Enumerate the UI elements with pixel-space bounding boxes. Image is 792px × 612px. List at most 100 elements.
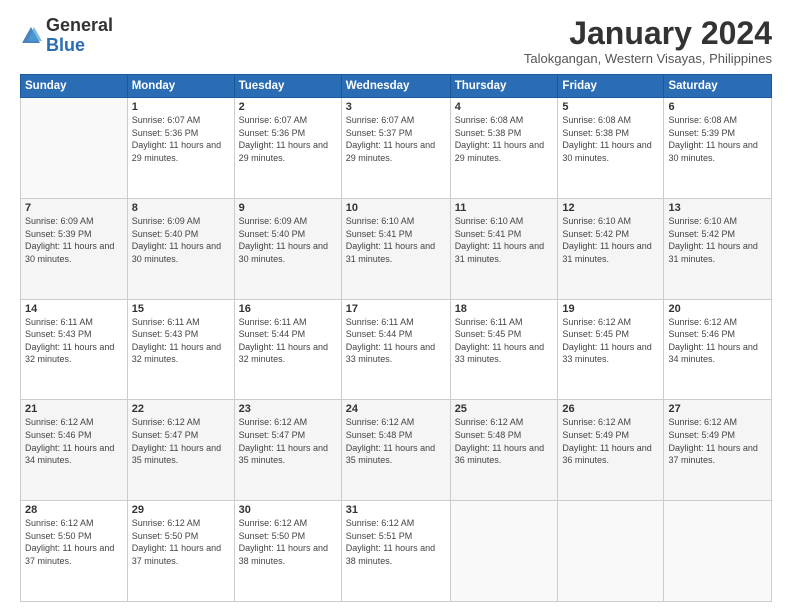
calendar-cell: 20Sunrise: 6:12 AMSunset: 5:46 PMDayligh… [664, 299, 772, 400]
calendar-cell: 15Sunrise: 6:11 AMSunset: 5:43 PMDayligh… [127, 299, 234, 400]
page: General Blue January 2024 Talokgangan, W… [0, 0, 792, 612]
calendar-cell: 28Sunrise: 6:12 AMSunset: 5:50 PMDayligh… [21, 501, 128, 602]
calendar-cell: 5Sunrise: 6:08 AMSunset: 5:38 PMDaylight… [558, 98, 664, 199]
day-info: Sunrise: 6:12 AMSunset: 5:50 PMDaylight:… [132, 517, 230, 567]
calendar-cell: 24Sunrise: 6:12 AMSunset: 5:48 PMDayligh… [341, 400, 450, 501]
day-number: 17 [346, 303, 446, 315]
day-number: 15 [132, 303, 230, 315]
week-row-4: 21Sunrise: 6:12 AMSunset: 5:46 PMDayligh… [21, 400, 772, 501]
calendar-cell: 26Sunrise: 6:12 AMSunset: 5:49 PMDayligh… [558, 400, 664, 501]
day-info: Sunrise: 6:12 AMSunset: 5:50 PMDaylight:… [25, 517, 123, 567]
day-number: 20 [668, 303, 767, 315]
day-info: Sunrise: 6:12 AMSunset: 5:46 PMDaylight:… [668, 316, 767, 366]
calendar-cell: 19Sunrise: 6:12 AMSunset: 5:45 PMDayligh… [558, 299, 664, 400]
day-number: 29 [132, 504, 230, 516]
day-info: Sunrise: 6:12 AMSunset: 5:48 PMDaylight:… [455, 416, 554, 466]
day-info: Sunrise: 6:10 AMSunset: 5:41 PMDaylight:… [346, 215, 446, 265]
day-number: 21 [25, 403, 123, 415]
week-row-2: 7Sunrise: 6:09 AMSunset: 5:39 PMDaylight… [21, 198, 772, 299]
day-number: 4 [455, 101, 554, 113]
weekday-header-row: SundayMondayTuesdayWednesdayThursdayFrid… [21, 75, 772, 98]
calendar-cell [558, 501, 664, 602]
weekday-header-thursday: Thursday [450, 75, 558, 98]
day-info: Sunrise: 6:11 AMSunset: 5:43 PMDaylight:… [25, 316, 123, 366]
weekday-header-wednesday: Wednesday [341, 75, 450, 98]
logo-blue-text: Blue [46, 35, 85, 55]
day-info: Sunrise: 6:12 AMSunset: 5:49 PMDaylight:… [562, 416, 659, 466]
calendar-cell: 7Sunrise: 6:09 AMSunset: 5:39 PMDaylight… [21, 198, 128, 299]
day-info: Sunrise: 6:12 AMSunset: 5:50 PMDaylight:… [239, 517, 337, 567]
calendar-cell: 4Sunrise: 6:08 AMSunset: 5:38 PMDaylight… [450, 98, 558, 199]
weekday-header-tuesday: Tuesday [234, 75, 341, 98]
day-info: Sunrise: 6:11 AMSunset: 5:44 PMDaylight:… [239, 316, 337, 366]
day-number: 1 [132, 101, 230, 113]
month-title: January 2024 [524, 16, 772, 51]
calendar-cell: 21Sunrise: 6:12 AMSunset: 5:46 PMDayligh… [21, 400, 128, 501]
day-info: Sunrise: 6:12 AMSunset: 5:48 PMDaylight:… [346, 416, 446, 466]
day-info: Sunrise: 6:09 AMSunset: 5:40 PMDaylight:… [132, 215, 230, 265]
day-info: Sunrise: 6:12 AMSunset: 5:51 PMDaylight:… [346, 517, 446, 567]
day-info: Sunrise: 6:12 AMSunset: 5:46 PMDaylight:… [25, 416, 123, 466]
calendar-cell: 12Sunrise: 6:10 AMSunset: 5:42 PMDayligh… [558, 198, 664, 299]
calendar-cell: 29Sunrise: 6:12 AMSunset: 5:50 PMDayligh… [127, 501, 234, 602]
calendar-cell: 22Sunrise: 6:12 AMSunset: 5:47 PMDayligh… [127, 400, 234, 501]
day-number: 27 [668, 403, 767, 415]
weekday-header-friday: Friday [558, 75, 664, 98]
day-info: Sunrise: 6:12 AMSunset: 5:47 PMDaylight:… [239, 416, 337, 466]
day-number: 30 [239, 504, 337, 516]
week-row-1: 1Sunrise: 6:07 AMSunset: 5:36 PMDaylight… [21, 98, 772, 199]
calendar-cell: 31Sunrise: 6:12 AMSunset: 5:51 PMDayligh… [341, 501, 450, 602]
calendar-cell: 8Sunrise: 6:09 AMSunset: 5:40 PMDaylight… [127, 198, 234, 299]
day-number: 8 [132, 202, 230, 214]
day-info: Sunrise: 6:07 AMSunset: 5:37 PMDaylight:… [346, 114, 446, 164]
day-info: Sunrise: 6:08 AMSunset: 5:38 PMDaylight:… [455, 114, 554, 164]
day-number: 11 [455, 202, 554, 214]
weekday-header-saturday: Saturday [664, 75, 772, 98]
day-number: 2 [239, 101, 337, 113]
week-row-5: 28Sunrise: 6:12 AMSunset: 5:50 PMDayligh… [21, 501, 772, 602]
day-info: Sunrise: 6:08 AMSunset: 5:39 PMDaylight:… [668, 114, 767, 164]
day-number: 7 [25, 202, 123, 214]
calendar-cell [450, 501, 558, 602]
day-info: Sunrise: 6:12 AMSunset: 5:47 PMDaylight:… [132, 416, 230, 466]
day-info: Sunrise: 6:12 AMSunset: 5:45 PMDaylight:… [562, 316, 659, 366]
weekday-header-sunday: Sunday [21, 75, 128, 98]
calendar-cell: 13Sunrise: 6:10 AMSunset: 5:42 PMDayligh… [664, 198, 772, 299]
day-number: 3 [346, 101, 446, 113]
day-info: Sunrise: 6:07 AMSunset: 5:36 PMDaylight:… [239, 114, 337, 164]
weekday-header-monday: Monday [127, 75, 234, 98]
calendar-cell [664, 501, 772, 602]
day-number: 5 [562, 101, 659, 113]
day-number: 18 [455, 303, 554, 315]
calendar-cell: 11Sunrise: 6:10 AMSunset: 5:41 PMDayligh… [450, 198, 558, 299]
day-number: 24 [346, 403, 446, 415]
day-number: 23 [239, 403, 337, 415]
day-number: 9 [239, 202, 337, 214]
calendar-cell: 3Sunrise: 6:07 AMSunset: 5:37 PMDaylight… [341, 98, 450, 199]
calendar-cell: 18Sunrise: 6:11 AMSunset: 5:45 PMDayligh… [450, 299, 558, 400]
day-number: 25 [455, 403, 554, 415]
day-info: Sunrise: 6:10 AMSunset: 5:42 PMDaylight:… [562, 215, 659, 265]
week-row-3: 14Sunrise: 6:11 AMSunset: 5:43 PMDayligh… [21, 299, 772, 400]
day-info: Sunrise: 6:07 AMSunset: 5:36 PMDaylight:… [132, 114, 230, 164]
logo-text: General Blue [46, 16, 113, 56]
day-info: Sunrise: 6:08 AMSunset: 5:38 PMDaylight:… [562, 114, 659, 164]
day-number: 31 [346, 504, 446, 516]
day-number: 13 [668, 202, 767, 214]
calendar-cell: 23Sunrise: 6:12 AMSunset: 5:47 PMDayligh… [234, 400, 341, 501]
day-info: Sunrise: 6:12 AMSunset: 5:49 PMDaylight:… [668, 416, 767, 466]
calendar-cell: 25Sunrise: 6:12 AMSunset: 5:48 PMDayligh… [450, 400, 558, 501]
day-number: 22 [132, 403, 230, 415]
header: General Blue January 2024 Talokgangan, W… [20, 16, 772, 66]
day-number: 12 [562, 202, 659, 214]
day-info: Sunrise: 6:10 AMSunset: 5:41 PMDaylight:… [455, 215, 554, 265]
day-info: Sunrise: 6:09 AMSunset: 5:39 PMDaylight:… [25, 215, 123, 265]
day-info: Sunrise: 6:11 AMSunset: 5:44 PMDaylight:… [346, 316, 446, 366]
calendar-cell: 1Sunrise: 6:07 AMSunset: 5:36 PMDaylight… [127, 98, 234, 199]
calendar-cell: 14Sunrise: 6:11 AMSunset: 5:43 PMDayligh… [21, 299, 128, 400]
day-info: Sunrise: 6:10 AMSunset: 5:42 PMDaylight:… [668, 215, 767, 265]
day-number: 19 [562, 303, 659, 315]
calendar-table: SundayMondayTuesdayWednesdayThursdayFrid… [20, 74, 772, 602]
calendar-cell: 2Sunrise: 6:07 AMSunset: 5:36 PMDaylight… [234, 98, 341, 199]
day-number: 10 [346, 202, 446, 214]
